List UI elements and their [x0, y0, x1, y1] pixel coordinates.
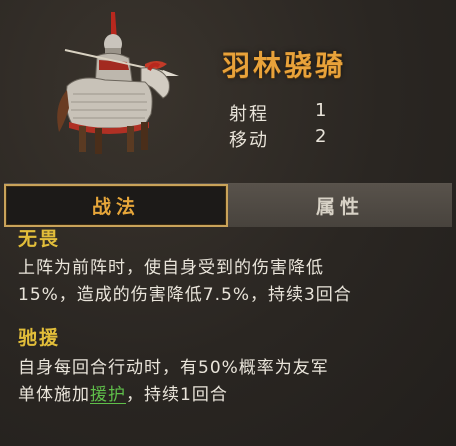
skill-desc-text: 单体施加: [18, 385, 90, 405]
stat-move: 移动 2: [229, 126, 326, 152]
stat-range-value: 1: [315, 100, 327, 121]
stat-range-label: 射程: [229, 104, 269, 125]
skill-desc-line: 15%，造成的伤害降低7.5%，持续3回合: [18, 285, 352, 305]
cavalry-portrait-icon: [57, 12, 179, 154]
stat-move-label: 移动: [229, 130, 269, 151]
unit-detail-panel: 羽林骁骑 射程 1 移动 2 战法 属性 无畏 上阵为前阵时，使自身受到的伤害降…: [0, 0, 456, 446]
tab-attributes[interactable]: 属性: [228, 184, 452, 227]
skill-desc-text: ，持续1回合: [126, 385, 228, 405]
skill-desc-line: 单体施加援护，持续1回合: [18, 382, 438, 409]
unit-name: 羽林骁骑: [222, 49, 347, 82]
skill-desc-line: 自身每回合行动时，有50%概率为友军: [18, 358, 329, 378]
stat-range: 射程 1: [229, 100, 326, 126]
skill-desc-line: 上阵为前阵时，使自身受到的伤害降低: [18, 258, 324, 278]
tab-tactics[interactable]: 战法: [4, 184, 228, 227]
detail-tabs: 战法 属性: [4, 183, 452, 227]
skill-desc-reinforce: 自身每回合行动时，有50%概率为友军 单体施加援护，持续1回合: [18, 355, 438, 409]
skill-desc-fearless: 上阵为前阵时，使自身受到的伤害降低 15%，造成的伤害降低7.5%，持续3回合: [18, 255, 438, 309]
skill-name-reinforce: 驰援: [18, 327, 61, 349]
stat-move-value: 2: [315, 126, 327, 147]
keyword-link-guard[interactable]: 援护: [90, 385, 126, 405]
skill-name-fearless: 无畏: [18, 228, 61, 250]
skill-list: 无畏 上阵为前阵时，使自身受到的伤害降低 15%，造成的伤害降低7.5%，持续3…: [18, 226, 438, 409]
